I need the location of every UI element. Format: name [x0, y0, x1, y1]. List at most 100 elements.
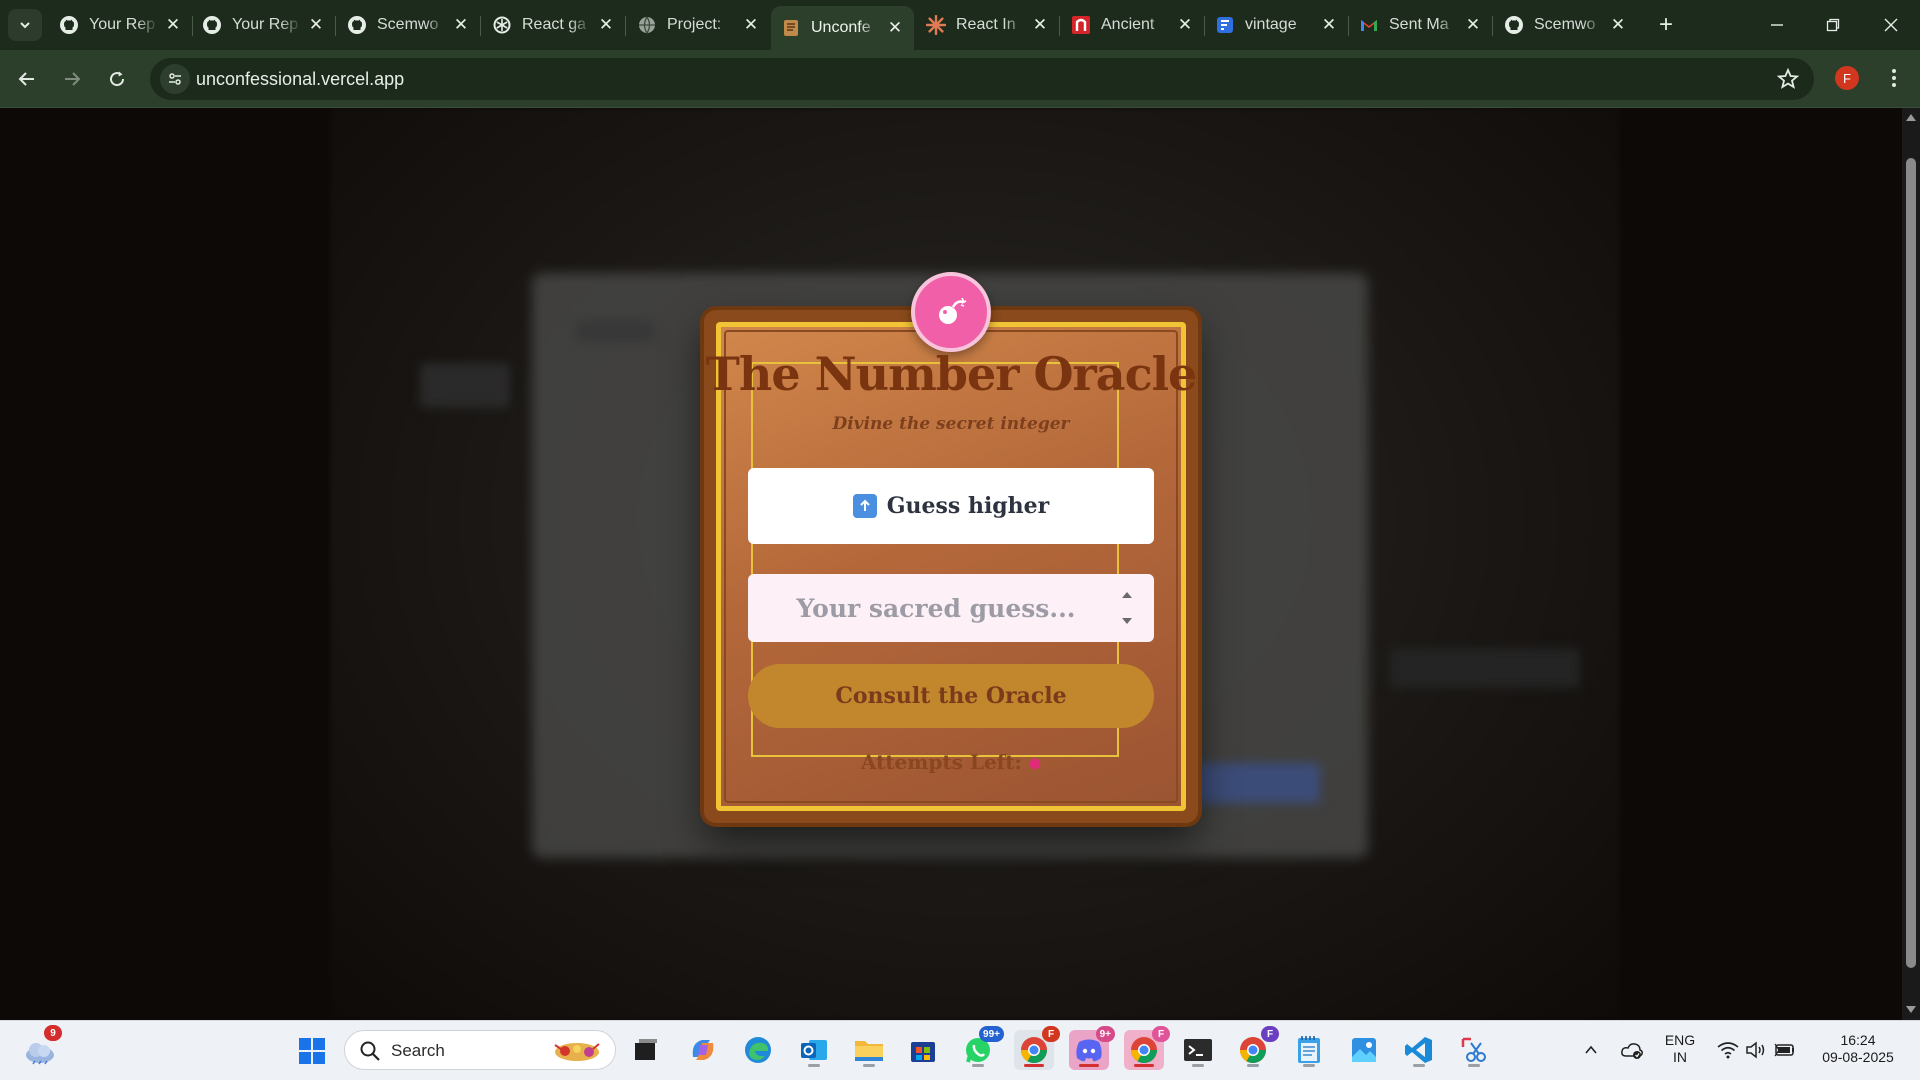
tab-close-icon[interactable]: ✕	[452, 15, 470, 35]
tab-close-icon[interactable]: ✕	[886, 18, 904, 38]
close-window-button[interactable]	[1876, 10, 1906, 40]
discord-badge: 9+	[1095, 1026, 1115, 1042]
address-bar[interactable]: unconfessional.vercel.app	[150, 58, 1814, 100]
weather-widget[interactable]: 9	[20, 1025, 62, 1071]
taskbar-snipping-tool[interactable]	[1454, 1030, 1494, 1070]
scroll-up-arrow[interactable]	[1906, 114, 1916, 121]
tab-title: Scemwo	[1534, 16, 1596, 33]
tab-close-icon[interactable]: ✕	[1609, 15, 1627, 35]
outlook-icon	[801, 1040, 827, 1060]
browser-tab[interactable]: Unconfe ✕	[771, 6, 914, 50]
minimize-button[interactable]	[1762, 10, 1792, 40]
whatsapp-badge: 99+	[979, 1026, 1004, 1042]
taskbar-outlook[interactable]	[794, 1030, 834, 1070]
language-code: ENG	[1664, 1032, 1696, 1048]
tab-title: React ga	[522, 16, 587, 33]
taskbar-chrome-1[interactable]: F	[1014, 1026, 1060, 1070]
tab-strip: Your Rep ✕ Your Rep ✕ Scemwo ✕ React ga ✕ Projec…	[0, 0, 1920, 50]
page-scrollbar[interactable]	[1902, 108, 1920, 1020]
taskbar-search[interactable]: Search	[344, 1030, 616, 1070]
tab-close-icon[interactable]: ✕	[597, 15, 615, 35]
taskbar-chrome-2[interactable]: F	[1124, 1026, 1170, 1070]
tab-close-icon[interactable]: ✕	[742, 15, 760, 35]
browser-menu-icon[interactable]	[1882, 64, 1906, 92]
restore-icon	[1826, 18, 1840, 32]
browser-tab[interactable]: Project: ✕	[627, 8, 770, 42]
browser-tab[interactable]: Your Rep ✕	[49, 8, 192, 42]
start-button[interactable]	[292, 1031, 332, 1071]
taskbar-chrome-3[interactable]: F	[1233, 1026, 1279, 1070]
tray-battery[interactable]	[1768, 1030, 1800, 1070]
browser-tab[interactable]: Sent Ma ✕	[1349, 8, 1492, 42]
taskbar-discord[interactable]: 9+	[1069, 1026, 1115, 1070]
tab-separator	[480, 16, 481, 36]
scrollbar-thumb[interactable]	[1906, 158, 1916, 968]
profile-avatar[interactable]: F	[1835, 66, 1859, 90]
tab-close-icon[interactable]: ✕	[1464, 15, 1482, 35]
guess-input[interactable]	[748, 574, 1154, 642]
browser-tab[interactable]: React In ✕	[916, 8, 1059, 42]
browser-tab[interactable]: vintage ✕	[1205, 8, 1348, 42]
weather-badge: 9	[44, 1025, 62, 1041]
taskbar-store[interactable]	[903, 1030, 943, 1070]
taskbar-edge[interactable]	[738, 1030, 778, 1070]
taskbar-whatsapp[interactable]: 99+	[958, 1026, 1004, 1070]
tab-close-icon[interactable]: ✕	[1031, 15, 1049, 35]
taskbar-photos[interactable]	[1344, 1030, 1384, 1070]
windows-icon	[299, 1038, 325, 1064]
running-indicator	[1468, 1064, 1480, 1067]
chrome-profile-badge: F	[1152, 1026, 1170, 1042]
taskbar-notepad[interactable]	[1289, 1030, 1329, 1070]
browser-tab[interactable]: Ancient ✕	[1061, 8, 1204, 42]
spinner-down-icon[interactable]	[1122, 618, 1132, 624]
consult-oracle-button[interactable]: Consult the Oracle	[748, 664, 1154, 728]
terminal-icon	[1184, 1039, 1212, 1061]
active-indicator	[1079, 1064, 1099, 1067]
taskbar-terminal[interactable]	[1178, 1030, 1218, 1070]
browser-tab[interactable]: Scemwo ✕	[337, 8, 480, 42]
tab-separator	[1492, 16, 1493, 36]
active-indicator	[1134, 1064, 1154, 1067]
chevron-up-icon	[1585, 1045, 1597, 1054]
reload-button[interactable]	[102, 64, 132, 94]
taskbar-task-view[interactable]	[626, 1030, 666, 1070]
bookmark-star-icon[interactable]	[1776, 67, 1800, 91]
document-icon	[1215, 15, 1235, 35]
running-indicator	[808, 1064, 820, 1067]
browser-tab[interactable]: Your Rep ✕	[192, 8, 335, 42]
tab-close-icon[interactable]: ✕	[307, 15, 325, 35]
taskbar-file-explorer[interactable]	[849, 1030, 889, 1070]
tab-close-icon[interactable]: ✕	[1176, 15, 1194, 35]
arrow-right-icon	[65, 72, 81, 86]
site-info-button[interactable]	[160, 64, 190, 94]
chrome-profile-badge: F	[1261, 1026, 1279, 1042]
tab-close-icon[interactable]: ✕	[1320, 15, 1338, 35]
tab-title: Unconfe	[811, 19, 871, 36]
language-indicator[interactable]: ENG IN	[1654, 1032, 1706, 1066]
tray-overflow-button[interactable]	[1573, 1030, 1609, 1070]
running-indicator	[1192, 1064, 1204, 1067]
tab-title: Sent Ma	[1389, 16, 1449, 33]
back-button[interactable]	[12, 64, 42, 94]
restore-button[interactable]	[1818, 10, 1848, 40]
new-tab-button[interactable]: +	[1652, 12, 1680, 40]
scroll-down-arrow[interactable]	[1906, 1006, 1916, 1013]
taskbar-vscode[interactable]	[1399, 1030, 1439, 1070]
tray-onedrive[interactable]	[1614, 1030, 1650, 1070]
tab-separator	[1059, 16, 1060, 36]
clock[interactable]: 16:24 09-08-2025	[1808, 1032, 1908, 1066]
volume-icon	[1746, 1041, 1765, 1059]
browser-tab[interactable]: Scemwo ✕	[1494, 8, 1637, 42]
tab-search-button[interactable]	[8, 9, 42, 41]
github-icon	[1504, 15, 1524, 35]
search-highlight-icon	[554, 1043, 600, 1061]
arrow-up-icon	[852, 494, 877, 518]
battery-icon	[1774, 1043, 1794, 1057]
spinner-up-icon[interactable]	[1122, 592, 1132, 598]
taskbar-copilot[interactable]	[683, 1030, 723, 1070]
forward-button[interactable]	[57, 64, 87, 94]
url-text[interactable]: unconfessional.vercel.app	[196, 69, 404, 90]
number-spinner[interactable]	[1120, 592, 1134, 624]
browser-tab[interactable]: React ga ✕	[482, 8, 625, 42]
tab-close-icon[interactable]: ✕	[164, 15, 182, 35]
